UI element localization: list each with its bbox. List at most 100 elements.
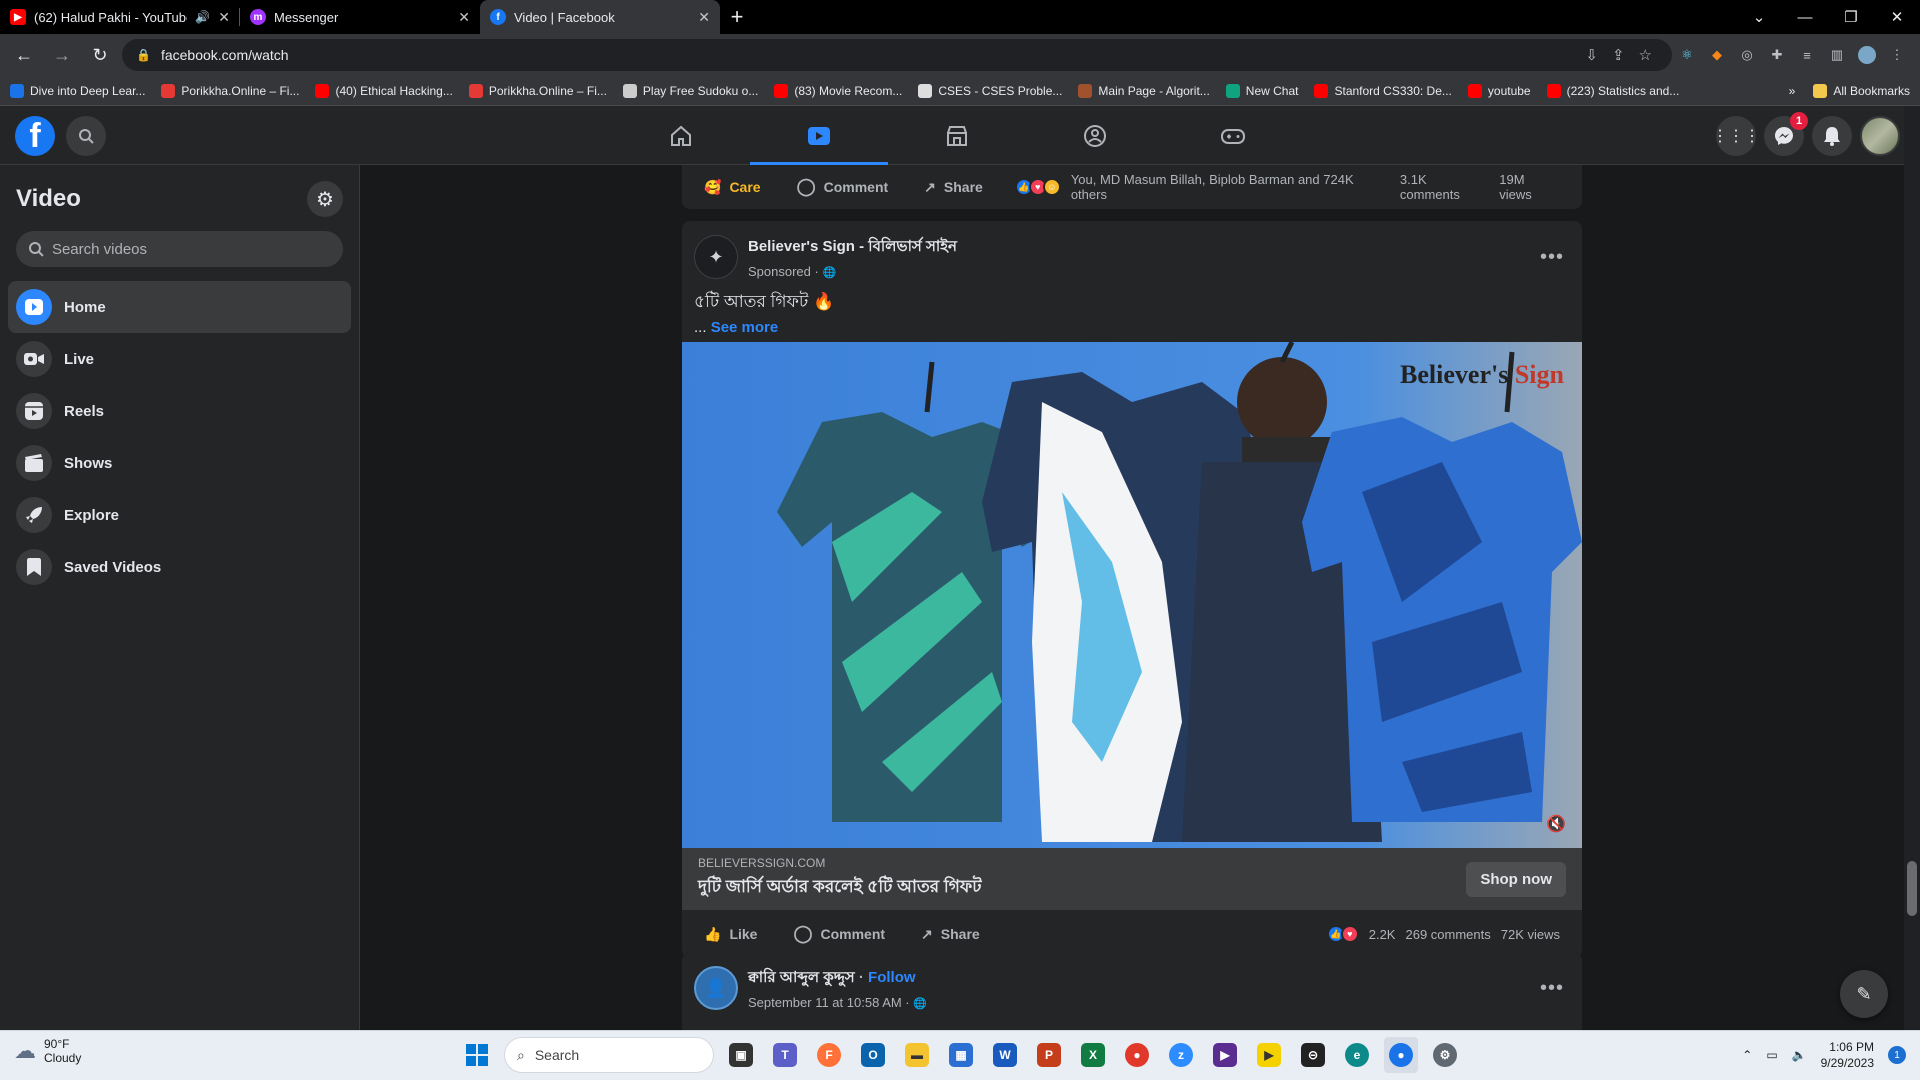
maximize-button[interactable]: ❐	[1828, 0, 1874, 34]
close-tab-icon[interactable]: ✕	[458, 9, 470, 26]
shop-now-button[interactable]: Shop now	[1466, 861, 1566, 897]
sidebar-item-shows[interactable]: Shows	[8, 437, 351, 489]
search-icon[interactable]	[66, 116, 106, 156]
close-tab-icon[interactable]: ✕	[698, 9, 710, 26]
bookmark-item[interactable]: youtube	[1467, 83, 1531, 98]
more-options-icon[interactable]: •••	[1540, 977, 1570, 1000]
mute-icon[interactable]: 🔇	[1546, 814, 1566, 834]
react-devtools-icon[interactable]: ⚛	[1678, 46, 1696, 64]
follow-link[interactable]: Follow	[868, 969, 916, 986]
menu-dots-icon[interactable]: ⋮	[1888, 46, 1906, 64]
share-icon[interactable]: ⇪	[1612, 46, 1625, 64]
lock-icon[interactable]: 🔒	[136, 48, 151, 62]
zoom-icon[interactable]: z	[1164, 1037, 1198, 1073]
chrome-active-icon[interactable]: ●	[1384, 1037, 1418, 1073]
page-scrollbar[interactable]	[1904, 106, 1920, 1030]
like-button[interactable]: 👍 Like	[704, 926, 757, 943]
account-avatar[interactable]	[1860, 116, 1900, 156]
bookmark-item[interactable]: CSES - CSES Proble...	[918, 83, 1062, 98]
menu-grid-icon[interactable]: ⋮⋮⋮	[1712, 116, 1760, 156]
bookmark-item[interactable]: Main Page - Algorit...	[1078, 83, 1210, 98]
new-message-icon[interactable]: ✎	[1840, 970, 1888, 1018]
powerpoint-icon[interactable]: P	[1032, 1037, 1066, 1073]
volume-icon[interactable]: 🔈	[1792, 1048, 1807, 1062]
comments-count[interactable]: 269 comments	[1405, 927, 1490, 942]
url-bar[interactable]: 🔒 facebook.com/watch ⇩ ⇪ ☆	[122, 39, 1672, 71]
bookmark-item[interactable]: New Chat	[1225, 83, 1298, 98]
bookmark-item[interactable]: (40) Ethical Hacking...	[315, 83, 453, 98]
author-avatar[interactable]: 👤	[694, 966, 738, 1010]
outlook-icon[interactable]: O	[856, 1037, 890, 1073]
back-button[interactable]: ←	[8, 39, 40, 71]
close-tab-icon[interactable]: ✕	[218, 9, 230, 26]
bookmark-item[interactable]: (223) Statistics and...	[1546, 83, 1679, 98]
install-icon[interactable]: ⇩	[1585, 46, 1598, 64]
chevron-right-icon[interactable]: »	[1789, 84, 1796, 98]
speaker-icon[interactable]: 🔊	[195, 10, 210, 24]
teams-icon[interactable]: T	[768, 1037, 802, 1073]
weather-widget[interactable]: ☁ 90°F Cloudy	[14, 1037, 81, 1065]
bookmark-item[interactable]: Play Free Sudoku o...	[622, 83, 758, 98]
tab-messenger[interactable]: m Messenger ✕	[240, 0, 480, 34]
ad-link-row[interactable]: BELIEVERSSIGN.COM দুটি জার্সি অর্ডার করল…	[682, 848, 1582, 910]
comments-count[interactable]: 3.1K comments	[1400, 172, 1489, 202]
microsoft-store-icon[interactable]: ▦	[944, 1037, 978, 1073]
reaction-icons[interactable]: 👍 ♥	[1326, 925, 1359, 943]
metamask-icon[interactable]: ◆	[1708, 46, 1726, 64]
windows-start-icon[interactable]	[460, 1037, 494, 1073]
bookmark-item[interactable]: Porikkha.Online – Fi...	[161, 83, 299, 98]
word-icon[interactable]: W	[988, 1037, 1022, 1073]
sidebar-item-reels[interactable]: Reels	[8, 385, 351, 437]
video-search-box[interactable]	[16, 231, 343, 267]
page-avatar[interactable]: ✦	[694, 235, 738, 279]
gear-icon[interactable]: ⚙	[307, 181, 343, 217]
gaming-tab[interactable]	[1164, 106, 1302, 165]
media-control-icon[interactable]: ≡	[1798, 46, 1816, 64]
share-button[interactable]: ↗ Share	[924, 179, 983, 196]
video-tab[interactable]	[750, 106, 888, 165]
excel-icon[interactable]: X	[1076, 1037, 1110, 1073]
home-tab[interactable]	[612, 106, 750, 165]
profile-icon[interactable]	[1858, 46, 1876, 64]
page-name[interactable]: Believer's Sign - বিলিভার্স সাইন	[748, 235, 957, 260]
sidebar-item-saved-videos[interactable]: Saved Videos	[8, 541, 351, 593]
all-bookmarks-folder[interactable]: All Bookmarks	[1813, 83, 1910, 98]
marketplace-tab[interactable]	[888, 106, 1026, 165]
reload-button[interactable]: ↻	[84, 39, 116, 71]
file-explorer-icon[interactable]: ▬	[900, 1037, 934, 1073]
video-player[interactable]: Believer's Sign 🔇	[682, 342, 1582, 848]
sidebar-item-home[interactable]: Home	[8, 281, 351, 333]
sidebar-item-live[interactable]: Live	[8, 333, 351, 385]
taskbar-search[interactable]: ⌕ Search	[504, 1037, 714, 1073]
network-icon[interactable]: ▭	[1766, 1048, 1777, 1062]
see-more-link[interactable]: See more	[711, 319, 779, 336]
tab-facebook-video[interactable]: f Video | Facebook ✕	[480, 0, 720, 34]
facebook-logo[interactable]: f	[15, 116, 55, 156]
firefox-icon[interactable]: F	[812, 1037, 846, 1073]
minimize-button[interactable]: —	[1782, 0, 1828, 34]
close-window-button[interactable]: ✕	[1874, 0, 1920, 34]
settings-icon[interactable]: ⚙	[1428, 1037, 1462, 1073]
messenger-icon[interactable]: 1	[1764, 112, 1808, 156]
share-button[interactable]: ↗ Share	[921, 926, 980, 943]
comment-button[interactable]: ◯ Comment	[797, 177, 889, 197]
care-button[interactable]: 🥰 Care	[704, 179, 761, 196]
tab-search-icon[interactable]: ⌄	[1736, 0, 1782, 34]
forward-button[interactable]: →	[46, 39, 78, 71]
app-icon[interactable]: ⊝	[1296, 1037, 1330, 1073]
bookmark-item[interactable]: Dive into Deep Lear...	[10, 83, 145, 98]
search-videos-input[interactable]	[51, 240, 331, 258]
notifications-bell-icon[interactable]	[1812, 116, 1852, 156]
chevron-up-icon[interactable]: ⌃	[1742, 1048, 1752, 1062]
reaction-icons[interactable]: 👍 ♥ ☺	[1014, 178, 1061, 196]
bookmark-item[interactable]: Porikkha.Online – Fi...	[468, 83, 607, 98]
task-view-icon[interactable]: ▣	[724, 1037, 758, 1073]
chrome-icon[interactable]: ●	[1120, 1037, 1154, 1073]
side-panel-icon[interactable]: ▥	[1828, 46, 1846, 64]
star-icon[interactable]: ☆	[1639, 46, 1652, 64]
extension-circle-icon[interactable]: ◎	[1738, 46, 1756, 64]
tab-youtube[interactable]: ▶ (62) Halud Pakhi - YouTube 🔊 ✕	[0, 0, 240, 34]
reactions-count[interactable]: 2.2K	[1369, 927, 1396, 942]
new-tab-button[interactable]: +	[720, 0, 754, 34]
notification-badge[interactable]: 1	[1888, 1046, 1906, 1064]
